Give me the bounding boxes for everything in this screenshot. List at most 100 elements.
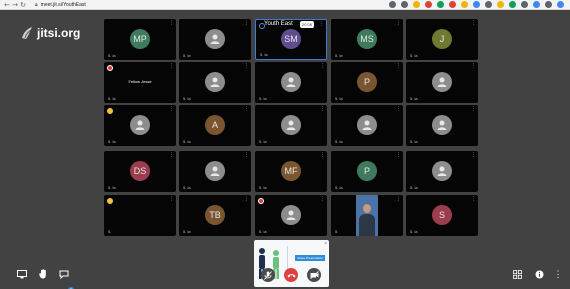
connection-indicator[interactable]: 5. la xyxy=(335,185,343,190)
connection-indicator[interactable]: 5. la xyxy=(183,139,191,144)
tile-view-icon[interactable] xyxy=(511,268,523,280)
participant-tile[interactable]: 5. la ⋮ xyxy=(406,105,478,146)
connection-indicator[interactable]: 5. la xyxy=(108,96,116,101)
connection-indicator[interactable]: 5. la xyxy=(410,185,418,190)
forward-icon[interactable]: → xyxy=(11,1,19,9)
more-options-icon[interactable]: ⋮ xyxy=(553,268,563,280)
tile-menu-icon[interactable]: ⋮ xyxy=(471,63,476,69)
tile-menu-icon[interactable]: ⋮ xyxy=(244,196,249,202)
tile-menu-icon[interactable]: ⋮ xyxy=(396,196,401,202)
participant-tile[interactable]: 5. ⋮ xyxy=(331,195,403,236)
browser-extension-icon[interactable] xyxy=(473,1,480,8)
participant-tile[interactable]: S 5. la ⋮ xyxy=(406,195,478,236)
chat-icon[interactable] xyxy=(58,268,70,280)
connection-indicator[interactable]: 5. la xyxy=(259,96,267,101)
connection-indicator[interactable]: 5. xyxy=(108,229,111,234)
participant-tile[interactable]: A 5. la ⋮ xyxy=(179,105,251,146)
participant-tile[interactable]: 5. la ⋮ xyxy=(104,105,176,146)
jitsi-logo[interactable]: jitsi.org xyxy=(20,26,80,40)
connection-indicator[interactable]: 5. la xyxy=(183,96,191,101)
connection-indicator[interactable]: 5. la xyxy=(108,53,116,58)
participant-tile[interactable]: MF 5. la ⋮ xyxy=(255,151,327,192)
connection-indicator[interactable]: 5. la xyxy=(183,185,191,190)
connection-indicator[interactable]: 5. la xyxy=(410,53,418,58)
participant-tile[interactable]: 5. la ⋮ xyxy=(179,151,251,192)
browser-extension-icon[interactable] xyxy=(557,1,564,8)
tile-menu-icon[interactable]: ⋮ xyxy=(471,20,476,26)
tile-menu-icon[interactable]: ⋮ xyxy=(471,196,476,202)
tile-menu-icon[interactable]: ⋮ xyxy=(244,152,249,158)
participant-tile[interactable]: 5. la ⋮ xyxy=(406,151,478,192)
connection-indicator[interactable]: 5. la xyxy=(410,96,418,101)
raise-hand-icon[interactable] xyxy=(37,268,49,280)
connection-indicator[interactable]: 5. la xyxy=(108,185,116,190)
participant-tile[interactable]: SM Youth East 20 05 5. la ⋮ xyxy=(255,19,327,60)
browser-extension-icon[interactable] xyxy=(497,1,504,8)
connection-indicator[interactable]: 5. la xyxy=(183,229,191,234)
connection-indicator[interactable]: 5. la xyxy=(259,229,267,234)
tile-menu-icon[interactable]: ⋮ xyxy=(244,63,249,69)
tile-menu-icon[interactable]: ⋮ xyxy=(471,106,476,112)
browser-extension-icon[interactable] xyxy=(401,1,408,8)
connection-indicator[interactable]: 5. la xyxy=(410,229,418,234)
tile-menu-icon[interactable]: ⋮ xyxy=(396,106,401,112)
connection-indicator[interactable]: 5. la xyxy=(259,139,267,144)
tile-menu-icon[interactable]: ⋮ xyxy=(320,106,325,112)
browser-extension-icon[interactable] xyxy=(485,1,492,8)
tile-menu-icon[interactable]: ⋮ xyxy=(396,20,401,26)
connection-indicator[interactable]: 5. la xyxy=(335,139,343,144)
browser-extension-icon[interactable] xyxy=(509,1,516,8)
connection-indicator[interactable]: 5. la xyxy=(335,53,343,58)
participant-tile[interactable]: 5. la ⋮ xyxy=(179,62,251,103)
tile-menu-icon[interactable]: ⋮ xyxy=(320,196,325,202)
back-icon[interactable]: ← xyxy=(3,1,11,9)
tile-menu-icon[interactable]: ⋮ xyxy=(471,152,476,158)
browser-extension-icon[interactable] xyxy=(461,1,468,8)
tile-menu-icon[interactable]: ⋮ xyxy=(169,152,174,158)
hangup-icon[interactable] xyxy=(284,268,298,282)
tile-menu-icon[interactable]: ⋮ xyxy=(169,20,174,26)
tile-menu-icon[interactable]: ⋮ xyxy=(169,106,174,112)
participant-tile[interactable]: J 5. la ⋮ xyxy=(406,19,478,60)
tile-menu-icon[interactable]: ⋮ xyxy=(320,152,325,158)
participant-tile[interactable]: DS 5. la ⋮ xyxy=(104,151,176,192)
tile-menu-icon[interactable]: ⋮ xyxy=(320,63,325,69)
reload-icon[interactable]: ↻ xyxy=(19,1,27,9)
participant-tile[interactable]: 5. ⋮ xyxy=(104,195,176,236)
address-bar[interactable]: 🔒︎ meet.jit.si/YouthEast xyxy=(35,2,86,8)
browser-extension-icon[interactable] xyxy=(521,1,528,8)
participant-tile[interactable]: 5. la ⋮ xyxy=(179,19,251,60)
browser-extension-icon[interactable] xyxy=(389,1,396,8)
participant-tile[interactable]: 5. la ⋮ xyxy=(406,62,478,103)
connection-indicator[interactable]: 5. la xyxy=(183,53,191,58)
browser-extension-icon[interactable] xyxy=(545,1,552,8)
participant-tile[interactable]: 5. la ⋮ xyxy=(331,105,403,146)
participant-tile[interactable]: TB 5. la ⋮ xyxy=(179,195,251,236)
tile-menu-icon[interactable]: ⋮ xyxy=(169,196,174,202)
desktop-share-icon[interactable] xyxy=(16,268,28,280)
tile-menu-icon[interactable]: ⋮ xyxy=(169,63,174,69)
connection-indicator[interactable]: 5. la xyxy=(410,139,418,144)
participant-tile[interactable]: MP 5. la ⋮ xyxy=(104,19,176,60)
tile-menu-icon[interactable]: ⋮ xyxy=(396,63,401,69)
participant-tile[interactable]: P 5. la ⋮ xyxy=(331,62,403,103)
connection-indicator[interactable]: 5. la xyxy=(260,52,268,57)
info-icon[interactable] xyxy=(533,268,545,280)
browser-extension-icon[interactable] xyxy=(413,1,420,8)
connection-indicator[interactable]: 5. la xyxy=(259,185,267,190)
browser-extension-icon[interactable] xyxy=(425,1,432,8)
tile-menu-icon[interactable]: ⋮ xyxy=(244,106,249,112)
browser-extension-icon[interactable] xyxy=(437,1,444,8)
tile-menu-icon[interactable]: ⋮ xyxy=(319,21,324,27)
camera-muted-icon[interactable] xyxy=(307,268,321,282)
tile-menu-icon[interactable]: ⋮ xyxy=(396,152,401,158)
tile-menu-icon[interactable]: ⋮ xyxy=(244,20,249,26)
participant-tile[interactable]: MS 5. la ⋮ xyxy=(331,19,403,60)
participant-tile[interactable]: P 5. la ⋮ xyxy=(331,151,403,192)
participant-tile[interactable]: Fellow Jesse 5. la ⋮ xyxy=(104,62,176,103)
participant-tile[interactable]: 5. la ⋮ xyxy=(255,195,327,236)
close-icon[interactable]: × xyxy=(324,241,327,247)
browser-extension-icon[interactable] xyxy=(533,1,540,8)
browser-extension-icon[interactable] xyxy=(449,1,456,8)
participant-tile[interactable]: 5. la ⋮ xyxy=(255,62,327,103)
